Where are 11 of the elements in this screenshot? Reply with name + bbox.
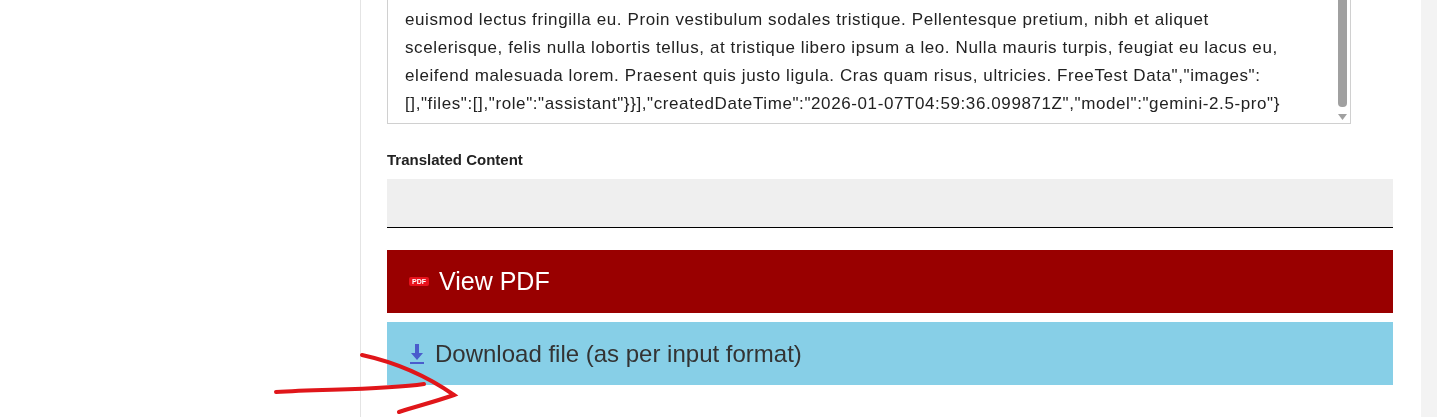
field-label: Translated Content bbox=[387, 151, 524, 169]
content-text-area[interactable] bbox=[387, 0, 1351, 124]
download-button[interactable]: Download file (as per input format) bbox=[387, 322, 1393, 385]
scroll-down-icon[interactable] bbox=[1338, 114, 1347, 120]
download-icon bbox=[409, 343, 425, 364]
text-line: [],"files":[],"role":"assistant"}}],"createdDateTime":"2026-01-07T04:59:36.099871Z","model":"gemini-2.5-pro"} bbox=[405, 93, 1280, 115]
text-line: scelerisque, felis nulla lobortis tellus, at tristique libero ipsum a leo. Nulla mauris turpis, feugiat eu lacus eu, bbox=[405, 37, 1278, 59]
scrollbar[interactable] bbox=[1338, 0, 1347, 107]
text-line: euismod lectus fringilla eu. Proin vestibulum sodales tristique. Pellentesque pretium, nibh et aliquet bbox=[405, 9, 1209, 31]
text-line: eleifend malesuada lorem. Praesent quis justo ligula. Cras quam risus, ultricies. FreeTest Data","images": bbox=[405, 65, 1261, 87]
translated-content-field[interactable] bbox=[387, 179, 1393, 228]
